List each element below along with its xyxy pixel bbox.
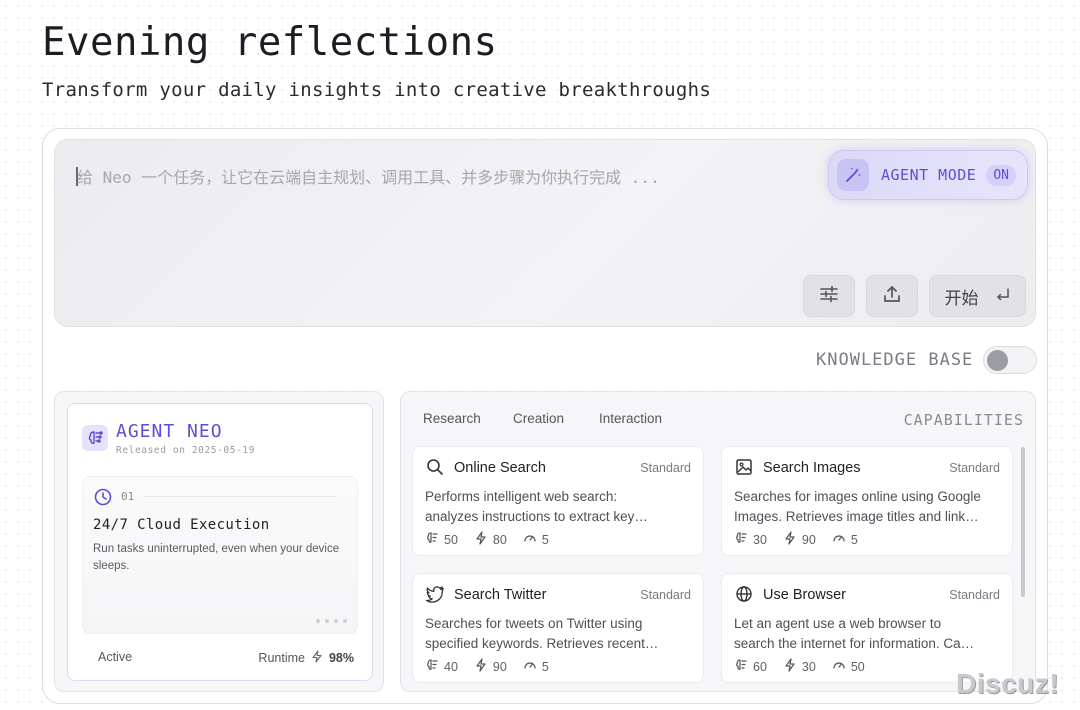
capability-card-search-twitter[interactable]: Search Twitter Standard Searches for twe… [412,573,704,683]
start-button[interactable]: 开始 [929,275,1026,317]
capabilities-scrollbar[interactable] [1021,447,1025,597]
agent-release-date: Released on 2025-05-19 [116,445,256,456]
enter-icon [995,286,1011,307]
agent-name: AGENT NEO [116,421,223,442]
magic-wand-icon [837,159,869,191]
capability-stats: 40 90 5 [425,658,549,675]
search-icon [425,457,445,477]
capability-name: Search Twitter [454,587,547,603]
feature-card: 01 24/7 Cloud Execution Run tasks uninte… [82,476,358,634]
globe-icon [734,584,754,604]
gauge-stat-icon [523,658,537,675]
lightning-stat-icon [783,531,797,548]
capability-name: Online Search [454,460,546,476]
capability-stats: 60 30 50 [734,658,865,675]
capability-description: Searches for tweets on Twitter using spe… [425,616,659,651]
capability-card-search-images[interactable]: Search Images Standard Searches for imag… [721,446,1013,556]
agent-card: AGENT NEO Released on 2025-05-19 01 24/7… [54,391,384,692]
capability-name: Use Browser [763,587,846,603]
lightning-stat-icon [474,531,488,548]
capability-description: Let an agent use a web browser to search… [734,616,975,651]
capability-name: Search Images [763,460,861,476]
agent-mode-toggle[interactable]: AGENT MODE ON [828,150,1028,200]
gauge-stat-icon [523,531,537,548]
brain-icon [82,425,108,451]
carousel-dots[interactable] [316,619,347,623]
page-subtitle: Transform your daily insights into creat… [42,79,712,101]
capabilities-panel: Research Creation Interaction CAPABILITI… [400,391,1036,692]
runtime-label: Runtime [258,651,305,665]
capability-description: Performs intelligent web search: analyze… [425,489,648,524]
feature-title: 24/7 Cloud Execution [93,517,270,533]
brain-stat-icon [425,531,439,548]
knowledge-base-toggle[interactable] [983,346,1037,374]
capability-tier: Standard [949,461,1000,475]
capability-stats: 50 80 5 [425,531,549,548]
agent-mode-label: AGENT MODE [881,166,977,184]
capability-tier: Standard [640,588,691,602]
capability-card-use-browser[interactable]: Use Browser Standard Let an agent use a … [721,573,1013,683]
task-composer: AGENT MODE ON 开始 [54,139,1036,327]
brain-stat-icon [425,658,439,675]
settings-sliders-button[interactable] [803,275,855,317]
gauge-stat-icon [832,658,846,675]
capability-description: Searches for images online using Google … [734,489,981,524]
tab-interaction[interactable]: Interaction [599,411,662,426]
watermark-logo: Discuz! [956,668,1060,699]
capability-tier: Standard [949,588,1000,602]
capability-stats: 30 90 5 [734,531,858,548]
lightning-icon [311,650,323,666]
toggle-knob [987,350,1008,371]
capability-card-online-search[interactable]: Online Search Standard Performs intellig… [412,446,704,556]
agent-card-inner[interactable]: AGENT NEO Released on 2025-05-19 01 24/7… [67,403,373,681]
agent-status: Active [98,650,133,664]
lightning-stat-icon [474,658,488,675]
image-icon [734,457,754,477]
feature-number: 01 [121,490,135,503]
upload-button[interactable] [866,275,918,317]
tab-research[interactable]: Research [423,411,481,426]
clock-icon [93,487,113,507]
task-input[interactable] [77,162,777,192]
start-button-label: 开始 [944,288,979,308]
lightning-stat-icon [783,658,797,675]
sliders-icon [818,283,840,310]
knowledge-base-label: KNOWLEDGE BASE [816,350,974,370]
upload-icon [881,283,903,310]
page-title: Evening reflections [42,20,498,65]
agent-mode-state-badge: ON [986,164,1016,186]
gauge-stat-icon [832,531,846,548]
capabilities-title: CAPABILITIES [903,411,1024,429]
agent-runtime: Runtime 98% [258,650,354,666]
tab-creation[interactable]: Creation [513,411,564,426]
brain-stat-icon [734,531,748,548]
capability-tier: Standard [640,461,691,475]
feature-description: Run tasks uninterrupted, even when your … [93,543,340,572]
feature-divider [145,496,335,497]
brain-stat-icon [734,658,748,675]
runtime-value: 98% [328,651,354,665]
twitter-icon [425,584,445,604]
